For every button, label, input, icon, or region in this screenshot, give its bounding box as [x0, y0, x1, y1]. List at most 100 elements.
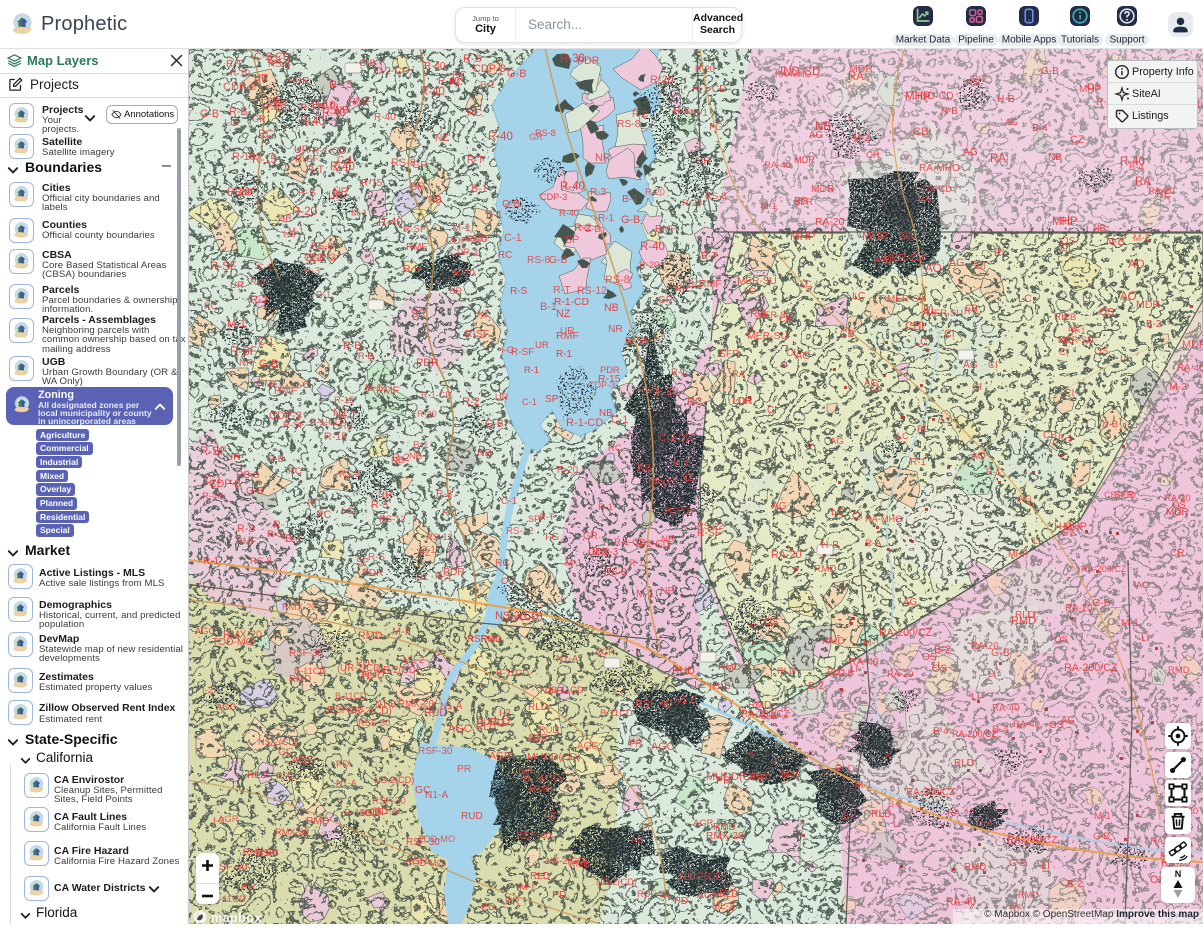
svg-text:PR: PR: [241, 881, 256, 893]
svg-text:OS: OS: [1094, 346, 1109, 357]
svg-text:AG: AG: [772, 501, 787, 512]
svg-text:RMD: RMD: [814, 564, 837, 575]
svg-text:RSF-40: RSF-40: [635, 698, 672, 710]
svg-text:R-15: R-15: [361, 178, 383, 189]
svg-text:R-SF: R-SF: [465, 329, 489, 340]
svg-text:RMF: RMF: [274, 385, 298, 397]
svg-text:OS: OS: [1061, 236, 1076, 247]
svg-text:M-1: M-1: [761, 201, 777, 211]
svg-text:SP: SP: [545, 394, 559, 405]
svg-text:M-I: M-I: [392, 626, 408, 638]
svg-text:RMD: RMD: [822, 636, 845, 647]
svg-text:RMF: RMF: [236, 536, 257, 547]
svg-text:AGC: AGC: [651, 741, 675, 753]
svg-text:R-T: R-T: [338, 411, 357, 423]
svg-text:LI: LI: [1141, 633, 1149, 644]
svg-text:UR: UR: [560, 326, 575, 337]
svg-text:RS-8: RS-8: [535, 128, 556, 138]
svg-text:SP: SP: [565, 234, 579, 246]
svg-text:G-B: G-B: [1093, 831, 1110, 842]
svg-text:RS-12: RS-12: [426, 532, 453, 543]
svg-text:R-3: R-3: [250, 277, 265, 287]
svg-text:RMD: RMD: [306, 816, 329, 827]
svg-text:AGR: AGR: [405, 856, 428, 867]
svg-text:LC: LC: [800, 279, 812, 289]
svg-text:RUD: RUD: [461, 811, 483, 822]
svg-text:R-20: R-20: [453, 268, 475, 279]
svg-text:H-B: H-B: [821, 539, 839, 551]
svg-text:NB: NB: [604, 302, 619, 314]
svg-text:RA-20: RA-20: [771, 549, 802, 561]
svg-text:B-1: B-1: [285, 533, 302, 545]
svg-text:CI: CI: [988, 360, 998, 371]
svg-text:R-20: R-20: [557, 465, 579, 476]
svg-text:R-40: R-40: [640, 241, 665, 253]
svg-text:PD: PD: [356, 658, 370, 669]
svg-text:R-40: R-40: [417, 409, 437, 419]
svg-text:N-B: N-B: [1106, 236, 1125, 248]
svg-text:RE: RE: [1156, 188, 1171, 200]
svg-text:R-S: R-S: [368, 552, 385, 563]
svg-text:R-40: R-40: [424, 61, 446, 72]
svg-text:I-2: I-2: [202, 685, 213, 696]
svg-text:CB: CB: [840, 328, 855, 340]
svg-text:GR: GR: [278, 212, 292, 223]
svg-text:I-G: I-G: [224, 118, 238, 129]
svg-text:R-S: R-S: [267, 529, 284, 540]
svg-text:M-1: M-1: [690, 107, 708, 119]
svg-text:B-4: B-4: [843, 811, 857, 821]
svg-text:R-1-CD: R-1-CD: [421, 390, 452, 400]
svg-text:RA-200/CZ: RA-200/CZ: [1064, 662, 1118, 674]
svg-text:RMF: RMF: [376, 385, 400, 397]
svg-text:R-1-CD: R-1-CD: [554, 297, 589, 308]
svg-text:NZ: NZ: [680, 472, 695, 484]
svg-text:MHP: MHP: [790, 231, 816, 243]
svg-text:CDP-3: CDP-3: [446, 236, 477, 247]
svg-text:N-B: N-B: [941, 106, 958, 117]
svg-text:NR: NR: [608, 324, 623, 335]
svg-text:MER-SU: MER-SU: [1058, 335, 1094, 345]
svg-text:R-20: R-20: [645, 187, 665, 197]
svg-text:RA-200/CZ: RA-200/CZ: [741, 709, 790, 720]
svg-text:LI: LI: [1033, 536, 1041, 546]
svg-text:B-2: B-2: [808, 681, 824, 692]
svg-text:I-2: I-2: [631, 835, 642, 845]
svg-text:R-SF: R-SF: [283, 419, 305, 430]
svg-text:RA: RA: [918, 194, 932, 205]
svg-text:RMX-20: RMX-20: [706, 831, 744, 842]
svg-text:I-2: I-2: [544, 810, 556, 822]
svg-text:R-1: R-1: [1058, 433, 1073, 443]
svg-text:RLD: RLD: [530, 871, 550, 882]
svg-text:PD: PD: [552, 889, 567, 901]
svg-text:R-SF: R-SF: [210, 261, 237, 273]
svg-text:AG: AG: [949, 257, 964, 269]
svg-text:RA: RA: [990, 153, 1006, 165]
svg-text:R-1: R-1: [598, 213, 615, 224]
svg-text:PDR: PDR: [288, 76, 310, 87]
svg-text:AGR: AGR: [527, 733, 548, 744]
svg-text:RSF-40: RSF-40: [467, 634, 501, 645]
svg-text:OS: OS: [1054, 634, 1068, 645]
svg-text:NZ: NZ: [416, 572, 429, 582]
svg-text:PR: PR: [457, 764, 471, 775]
svg-text:MHP: MHP: [905, 91, 931, 103]
svg-text:N1-A: N1-A: [556, 654, 579, 665]
svg-text:GC: GC: [415, 784, 431, 796]
svg-text:M-1: M-1: [227, 318, 246, 330]
svg-text:LC: LC: [1018, 293, 1032, 305]
svg-text:R-40: R-40: [262, 103, 287, 115]
svg-text:PR: PR: [505, 896, 520, 908]
svg-text:RSF-30: RSF-30: [327, 704, 363, 716]
svg-text:B-11CD: B-11CD: [335, 691, 367, 701]
svg-text:RUD: RUD: [672, 665, 695, 677]
svg-text:RMF: RMF: [258, 379, 278, 389]
svg-text:R-1: R-1: [598, 502, 613, 512]
svg-text:LI: LI: [1082, 293, 1091, 305]
svg-text:RS-8: RS-8: [236, 470, 260, 481]
svg-text:RL: RL: [994, 247, 1008, 259]
svg-text:N1-B: N1-B: [540, 686, 563, 697]
svg-text:B-1: B-1: [486, 209, 503, 221]
svg-text:RC: RC: [452, 70, 467, 81]
svg-text:NZ: NZ: [418, 547, 431, 558]
svg-text:ML-2: ML-2: [403, 655, 424, 665]
